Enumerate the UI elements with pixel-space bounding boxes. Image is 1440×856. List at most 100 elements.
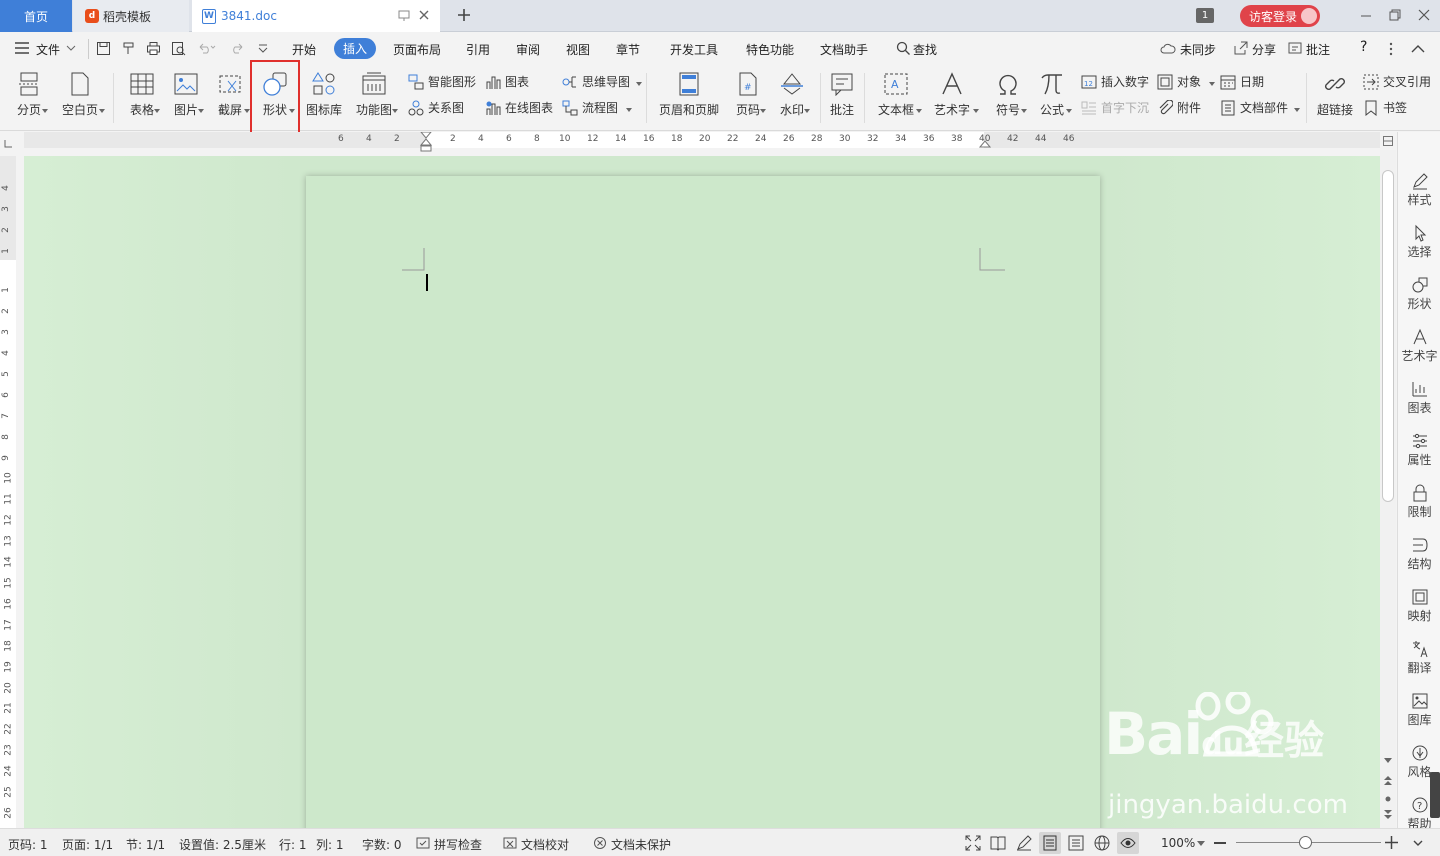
more-icon[interactable] (1388, 42, 1394, 56)
tab-document[interactable]: W 3841.doc (192, 0, 440, 32)
save-icon[interactable] (96, 41, 111, 56)
textbox-button[interactable]: A 文本框 (872, 71, 920, 118)
right-indent-marker-icon[interactable] (979, 140, 991, 148)
dropdown-arrow-icon[interactable] (154, 109, 160, 113)
icon-library-button[interactable]: 图标库 (300, 71, 348, 118)
status-word-count[interactable]: 字数: 0 (362, 836, 402, 853)
cross-reference-button[interactable]: 交叉引用 (1363, 73, 1440, 90)
dropdown-arrow-icon[interactable] (1209, 82, 1215, 86)
status-section[interactable]: 节: 1/1 (126, 836, 165, 853)
format-painter-icon[interactable] (121, 41, 136, 56)
comment-icon[interactable] (1288, 41, 1302, 55)
blank-page-button[interactable]: 空白页 (56, 71, 104, 118)
close-tab-icon[interactable] (418, 9, 430, 21)
side-panel-style[interactable]: 样式 (1398, 172, 1440, 208)
side-panel-property[interactable]: 属性 (1398, 432, 1440, 468)
menu-reference[interactable]: 引用 (466, 41, 490, 58)
web-view-icon[interactable] (1094, 835, 1110, 851)
help-button[interactable]: ? (1360, 39, 1367, 55)
side-panel-restrict[interactable]: 限制 (1398, 484, 1440, 520)
dropdown-arrow-icon[interactable] (198, 109, 204, 113)
outline-view-icon[interactable] (1068, 835, 1084, 851)
side-panel-select[interactable]: 选择 (1398, 224, 1440, 260)
chevron-down-icon[interactable] (66, 44, 76, 52)
status-page-num[interactable]: 页码: 1 (8, 836, 48, 853)
scroll-down-arrow-icon[interactable] (1384, 758, 1392, 764)
dropdown-arrow-icon[interactable] (1066, 109, 1072, 113)
side-panel-shape[interactable]: 形状 (1398, 276, 1440, 312)
next-page-icon[interactable] (1384, 810, 1392, 820)
tab-daoke-template[interactable]: d 稻壳模板 (73, 0, 189, 32)
undo-icon[interactable] (197, 42, 217, 54)
menu-chapter[interactable]: 章节 (616, 41, 640, 58)
pin-icon[interactable] (398, 9, 410, 21)
scrollbar-thumb[interactable] (1382, 170, 1394, 502)
menu-start[interactable]: 开始 (292, 41, 316, 58)
dropdown-arrow-icon[interactable] (392, 109, 398, 113)
indent-marker-icon[interactable] (419, 132, 433, 152)
attachment-button[interactable]: 附件 (1157, 99, 1201, 116)
online-chart-button[interactable]: 在线图表 (485, 99, 553, 116)
dropdown-arrow-icon[interactable] (636, 82, 642, 86)
dropdown-arrow-icon[interactable] (42, 109, 48, 113)
print-preview-icon[interactable] (171, 41, 186, 56)
bookmark-button[interactable]: 书签 (1363, 99, 1407, 116)
dropdown-arrow-icon[interactable] (760, 109, 766, 113)
doc-parts-button[interactable]: 文档部件 (1220, 99, 1288, 116)
smart-graphic-button[interactable]: 智能图形 (408, 73, 476, 90)
status-row[interactable]: 行: 1 (279, 836, 307, 853)
menu-assistant[interactable]: 文档助手 (820, 41, 868, 58)
annotation-button[interactable]: 批注 (818, 71, 866, 118)
chart-button[interactable]: 图表 (485, 73, 529, 90)
side-panel-gallery[interactable]: 图库 (1398, 692, 1440, 728)
zoom-level[interactable]: 100% (1161, 836, 1195, 850)
menu-insert[interactable]: 插入 (334, 38, 377, 59)
new-tab-icon[interactable] (457, 8, 471, 22)
zoom-dropdown-icon[interactable] (1197, 841, 1205, 846)
relation-chart-button[interactable]: 关系图 (408, 99, 464, 116)
zoom-slider-handle[interactable] (1299, 836, 1312, 849)
minimize-icon[interactable] (1360, 10, 1372, 22)
hyperlink-button[interactable]: 超链接 (1311, 71, 1359, 118)
menu-find[interactable]: 查找 (913, 41, 937, 58)
select-browse-icon[interactable] (1385, 796, 1391, 802)
menu-review[interactable]: 审阅 (516, 41, 540, 58)
zoom-in-icon[interactable] (1385, 836, 1398, 849)
eye-protection-icon[interactable] (1117, 832, 1139, 854)
menu-share[interactable]: 分享 (1252, 41, 1276, 58)
menu-page-layout[interactable]: 页面布局 (393, 41, 441, 58)
close-window-icon[interactable] (1418, 9, 1430, 21)
wordart-button[interactable]: 艺术字 (928, 71, 976, 118)
hamburger-icon[interactable] (15, 42, 29, 54)
dropdown-arrow-icon[interactable] (626, 108, 632, 112)
collapse-ribbon-icon[interactable] (1411, 44, 1425, 53)
object-button[interactable]: 对象 (1157, 73, 1201, 90)
flowchart-button[interactable]: 流程图 (562, 99, 618, 116)
spell-check-button[interactable]: 拼写检查 (434, 836, 482, 853)
dropdown-arrow-icon[interactable] (973, 109, 979, 113)
share-icon[interactable] (1234, 41, 1248, 55)
dropdown-arrow-icon[interactable] (99, 109, 105, 113)
doc-proof-button[interactable]: 文档校对 (521, 836, 569, 853)
reading-mode-icon[interactable] (990, 835, 1006, 851)
dropdown-arrow-icon[interactable] (916, 109, 922, 113)
status-pages[interactable]: 页面: 1/1 (62, 836, 113, 853)
print-icon[interactable] (146, 41, 161, 56)
search-icon[interactable] (896, 41, 911, 56)
side-panel-mapping[interactable]: 映射 (1398, 588, 1440, 624)
side-panel-translate[interactable]: 翻译 (1398, 640, 1440, 676)
side-panel-chart[interactable]: 图表 (1398, 380, 1440, 416)
page-view-icon[interactable] (1039, 832, 1061, 854)
dropdown-arrow-icon[interactable] (804, 109, 810, 113)
write-mode-icon[interactable] (1016, 835, 1032, 851)
split-view-icon[interactable] (1383, 136, 1393, 146)
restore-icon[interactable] (1389, 9, 1401, 21)
menu-file[interactable]: 文件 (36, 41, 60, 58)
side-panel-structure[interactable]: 结构 (1398, 536, 1440, 572)
guest-login-button[interactable]: 访客登录 (1240, 5, 1320, 27)
menu-view[interactable]: 视图 (566, 41, 590, 58)
menu-devtools[interactable]: 开发工具 (670, 41, 718, 58)
dropdown-arrow-icon[interactable] (1021, 109, 1027, 113)
redo-icon[interactable] (231, 42, 245, 54)
zoom-out-icon[interactable] (1214, 842, 1226, 844)
